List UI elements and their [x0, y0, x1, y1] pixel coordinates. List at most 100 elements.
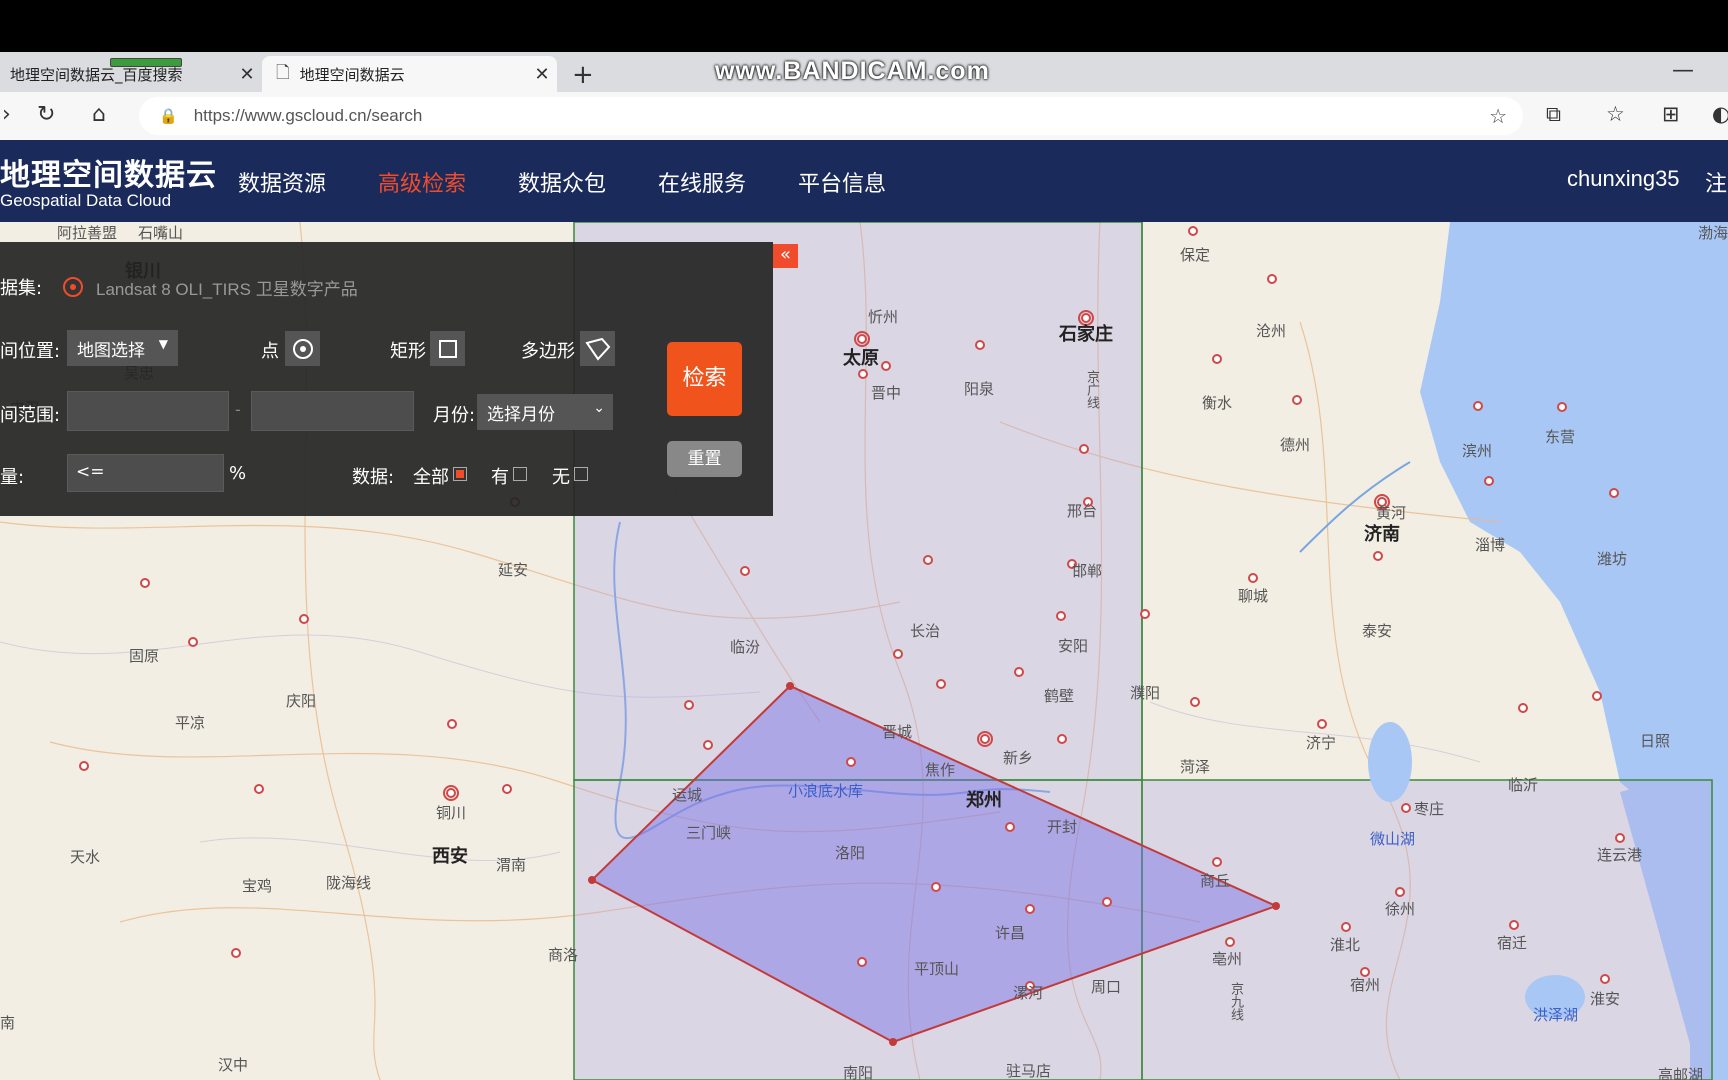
screen-top-bar — [0, 0, 1728, 52]
nav-platform-info[interactable]: 平台信息 — [798, 166, 886, 198]
map-label: 石家庄 — [1059, 324, 1113, 345]
map-label: 陇海线 — [326, 874, 372, 892]
map-label: 宿迁 — [1497, 934, 1528, 952]
collections-icon[interactable]: ⊞ — [1662, 102, 1680, 126]
map-label: 延安 — [498, 561, 529, 579]
map-label: 淮安 — [1590, 990, 1621, 1008]
add-favorite-icon[interactable]: ☆ — [1489, 104, 1507, 129]
map-label: 沧州 — [1256, 322, 1287, 340]
polygon-tool-button[interactable] — [580, 331, 615, 366]
rectangle-tool-button[interactable] — [430, 331, 465, 366]
nav-online-services[interactable]: 在线服务 — [658, 166, 746, 198]
month-select[interactable]: 选择月份 ⌄ — [477, 394, 613, 430]
polygon-label: 多边形 — [521, 341, 575, 362]
search-button[interactable]: 检索 — [667, 342, 742, 416]
map-label: 平顶山 — [914, 960, 960, 978]
map-label: 焦作 — [925, 761, 956, 779]
map-label: 庆阳 — [286, 692, 317, 710]
recording-watermark: www.BANDICAM.com — [715, 57, 990, 85]
data-option-all-checkbox[interactable] — [453, 467, 467, 481]
map-label: 商洛 — [548, 946, 579, 964]
url-text: https://www.gscloud.cn/search — [193, 106, 423, 125]
point-tool-button[interactable] — [285, 331, 320, 366]
cloud-label: 量: — [0, 467, 25, 488]
username-link[interactable]: chunxing35 — [1567, 166, 1680, 192]
polygon-icon — [585, 337, 611, 361]
map-label: 济宁 — [1306, 734, 1337, 752]
map-label: 漯河 — [1013, 984, 1044, 1002]
dropdown-arrow-icon: ▼ — [158, 337, 168, 351]
map-label: 宿州 — [1350, 976, 1381, 994]
address-bar[interactable]: 🔒 https://www.gscloud.cn/search ☆ — [139, 97, 1523, 135]
profile-icon[interactable]: ◐ — [1712, 102, 1728, 126]
cloud-input[interactable]: <= — [67, 454, 224, 492]
nav-advanced-search[interactable]: 高级检索 — [378, 166, 466, 198]
map-label: 连云港 — [1597, 846, 1643, 864]
map-label: 忻州 — [868, 308, 899, 326]
map-label: 洛阳 — [835, 844, 866, 862]
end-date-input[interactable] — [251, 391, 414, 431]
map-label: 微山湖 — [1370, 830, 1416, 848]
data-option-no-checkbox[interactable] — [574, 467, 588, 481]
map-label: 西安 — [432, 846, 468, 867]
cloud-unit: % — [229, 463, 247, 484]
map-label: 运城 — [672, 786, 703, 804]
start-date-input[interactable] — [67, 391, 229, 431]
back-arrow-icon[interactable]: › — [2, 102, 11, 127]
map-label: 许昌 — [995, 924, 1026, 942]
nav-data-resources[interactable]: 数据资源 — [238, 166, 326, 198]
minimize-button[interactable]: — — [1672, 58, 1694, 83]
dataset-picker-icon[interactable] — [63, 277, 83, 297]
map-label: 汉中 — [218, 1056, 249, 1074]
refresh-icon[interactable]: ↻ — [37, 102, 55, 127]
data-label: 数据: — [352, 467, 395, 488]
home-icon[interactable]: ⌂ — [92, 102, 106, 127]
rectangle-icon — [439, 340, 457, 358]
collapse-panel-button[interactable]: « — [773, 244, 798, 268]
site-header: 地理空间数据云 Geospatial Data Cloud 数据资源 高级检索 … — [0, 140, 1728, 222]
chevron-down-icon: ⌄ — [593, 400, 605, 416]
map-label: 高邮湖 — [1658, 1066, 1704, 1080]
map-label: 三门峡 — [686, 824, 732, 842]
map-label: 阿拉善盟 — [57, 224, 118, 242]
favorites-icon[interactable]: ☆ — [1606, 102, 1625, 126]
map-label: 晋城 — [882, 723, 913, 741]
map-label: 驻马店 — [1006, 1062, 1052, 1080]
map-label: 东营 — [1545, 428, 1576, 446]
dataset-name[interactable]: Landsat 8 OLI_TIRS 卫星数字产品 — [96, 275, 358, 300]
close-tab-icon[interactable]: ✕ — [232, 64, 262, 85]
map-label: 保定 — [1180, 246, 1211, 264]
data-option-yes-label: 有 — [491, 467, 509, 488]
tab-gscloud[interactable]: 🗋 地理空间数据云 ✕ — [262, 56, 557, 92]
browser-toolbar: › ↻ ⌂ 🔒 https://www.gscloud.cn/search ☆ … — [0, 92, 1728, 140]
extensions-icon[interactable]: ⧉ — [1546, 102, 1561, 127]
map-label: 淮北 — [1330, 936, 1361, 954]
map-label: 临汾 — [730, 638, 761, 656]
map-label: 安阳 — [1058, 637, 1089, 655]
nav-crowdsourcing[interactable]: 数据众包 — [518, 166, 606, 198]
logo-text-en: Geospatial Data Cloud — [0, 191, 172, 210]
data-option-yes-checkbox[interactable] — [513, 467, 527, 481]
location-select[interactable]: 地图选择 ▼ — [67, 330, 178, 366]
point-dot-icon — [300, 346, 306, 352]
map-label: 平凉 — [175, 714, 206, 732]
map-label: 菏泽 — [1180, 758, 1211, 776]
lock-icon: 🔒 — [159, 108, 178, 125]
map-label: 衡水 — [1202, 394, 1233, 412]
map-label: 阳泉 — [964, 380, 995, 398]
search-panel: 据集: Landsat 8 OLI_TIRS 卫星数字产品 间位置: 地图选择 … — [0, 242, 773, 516]
new-tab-button[interactable]: + — [572, 60, 594, 90]
map-label: 渤海 — [1698, 224, 1728, 242]
close-tab-icon[interactable]: ✕ — [527, 64, 557, 85]
map-label: 济南 — [1364, 524, 1400, 545]
map-label: 聊城 — [1238, 587, 1269, 605]
register-link[interactable]: 注 — [1705, 166, 1727, 198]
site-logo[interactable]: 地理空间数据云 Geospatial Data Cloud — [0, 160, 217, 210]
map-label: 长治 — [910, 622, 941, 640]
reset-button[interactable]: 重置 — [667, 441, 742, 477]
tab-baidu-search[interactable]: 地理空间数据云_百度搜索 ✕ — [0, 56, 262, 92]
month-select-value: 选择月份 — [487, 405, 555, 425]
map-label: 小浪底水库 — [788, 782, 864, 800]
location-label: 间位置: — [0, 341, 61, 362]
map-label: 德州 — [1280, 436, 1311, 454]
